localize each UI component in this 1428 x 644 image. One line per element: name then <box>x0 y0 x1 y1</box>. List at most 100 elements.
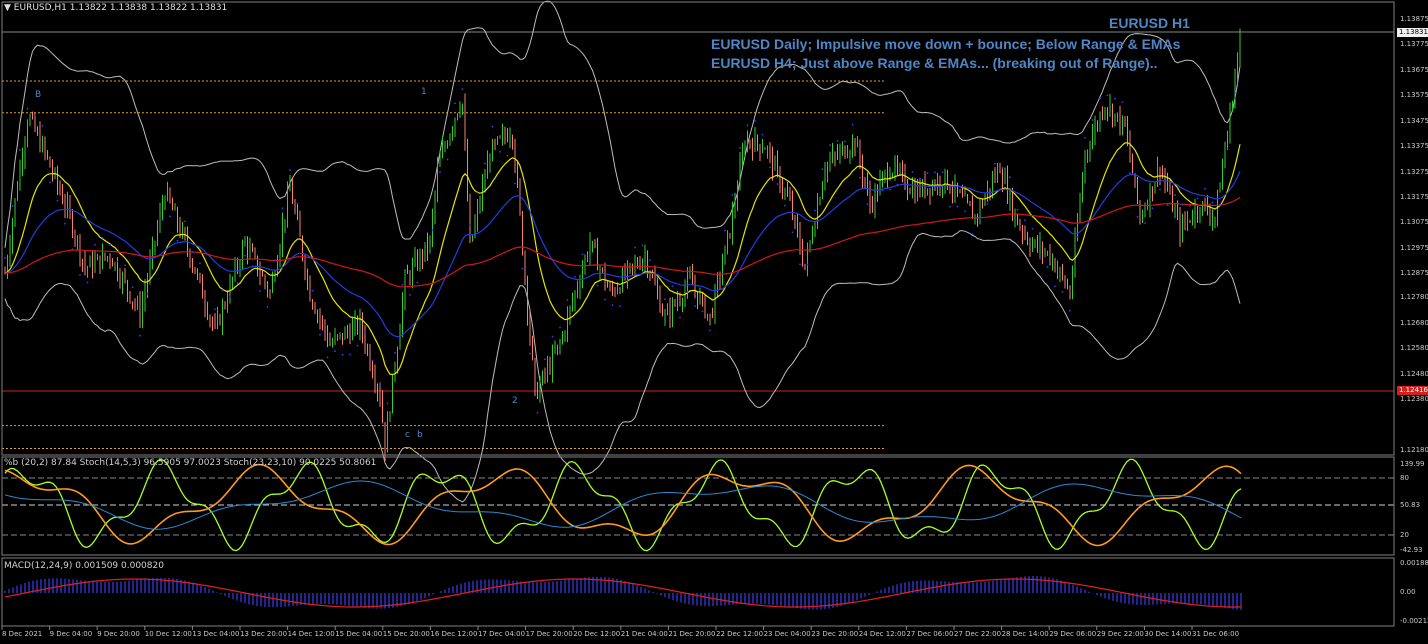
sar-dot <box>349 353 351 356</box>
sar-dot <box>296 202 299 205</box>
sar-dot <box>1031 227 1034 230</box>
time-axis-label: 21 Dec 04:00 <box>620 630 668 638</box>
sar-dot <box>634 246 636 249</box>
price-scale-label: 1.12480 <box>1400 369 1428 378</box>
sar-dot <box>746 124 749 127</box>
wave-label-b-upper: B <box>35 90 42 100</box>
sar-dot <box>859 176 861 179</box>
sar-dot <box>139 334 141 337</box>
sar-dot <box>1189 205 1191 207</box>
macd-histogram <box>4 575 1242 611</box>
time-axis-label: 15 Dec 20:00 <box>382 630 430 638</box>
chart-canvas[interactable] <box>0 0 1428 644</box>
sar-dot <box>664 298 666 301</box>
dropdown-arrow-icon[interactable]: ▼ <box>4 3 11 13</box>
price-scale-label: 1.13375 <box>1400 142 1428 151</box>
sar-dot <box>431 229 434 232</box>
sar-dot <box>476 191 479 193</box>
sar-dot <box>671 285 674 288</box>
sar-dot <box>1121 101 1124 104</box>
sar-dot <box>221 289 224 291</box>
sar-dot <box>881 189 884 192</box>
ohlc-values: 1.13822 1.13838 1.13822 1.13831 <box>69 3 228 13</box>
sar-dot <box>566 298 569 301</box>
sar-dot <box>334 350 336 352</box>
sar-dot <box>874 203 876 206</box>
sar-dot <box>491 125 494 128</box>
sar-dot <box>484 162 486 165</box>
sar-dot <box>184 220 186 223</box>
parabolic-sar <box>4 88 1236 414</box>
macd-signal-line <box>4 578 1242 608</box>
wave-label-1: 1 <box>421 87 427 97</box>
chart-frame <box>1 1 1395 630</box>
sar-dot <box>941 171 944 174</box>
sar-dot <box>716 292 719 295</box>
time-axis-label: 13 Dec 20:00 <box>240 630 288 638</box>
sar-dot <box>124 264 126 267</box>
time-axis-label: 29 Dec 22:00 <box>1096 630 1144 638</box>
price-scale-label: 1.13175 <box>1400 192 1428 201</box>
sar-dot <box>326 356 329 359</box>
sar-dot <box>866 203 869 206</box>
time-axis-label: 27 Dec 22:00 <box>954 630 1002 638</box>
sar-dot <box>281 207 284 210</box>
price-scale-label: 1.13075 <box>1400 218 1428 227</box>
sar-dot <box>1016 208 1019 211</box>
time-axis-label: 30 Dec 14:00 <box>1144 630 1192 638</box>
sar-dot <box>71 248 74 251</box>
sar-dot <box>34 114 36 116</box>
sar-dot <box>409 293 411 296</box>
sar-dot <box>364 331 366 334</box>
sar-dot <box>701 310 704 313</box>
stoch-scale-label: -42.93 <box>1400 546 1423 554</box>
sar-dot <box>199 262 201 265</box>
price-scale-label: 1.13275 <box>1400 167 1428 176</box>
time-axis-label: 13 Dec 04:00 <box>192 630 240 638</box>
sar-dot <box>814 209 816 212</box>
sar-dot <box>259 290 261 292</box>
sar-dot <box>889 188 891 191</box>
time-axis-label: 17 Dec 20:00 <box>525 630 573 638</box>
current-price-box: 1.13831 <box>1397 28 1428 37</box>
sar-dot <box>19 148 21 151</box>
sar-dot <box>1009 176 1011 179</box>
sar-dot <box>1001 166 1004 169</box>
stoch-scale-label: 139.99 <box>1400 460 1425 468</box>
sar-dot <box>1136 215 1139 218</box>
sar-dot <box>536 412 539 414</box>
sar-dot <box>551 335 554 338</box>
sar-dot <box>79 274 81 276</box>
sar-dot <box>41 124 44 127</box>
sar-dot <box>304 258 306 261</box>
sar-dot <box>469 224 471 226</box>
sar-dot <box>1069 309 1071 312</box>
sar-dot <box>1211 201 1214 204</box>
sar-dot <box>904 170 906 173</box>
sar-dot <box>424 256 426 259</box>
sar-dot <box>1181 203 1184 206</box>
sar-dot <box>394 351 396 354</box>
sar-dot <box>1084 136 1086 139</box>
sar-dot <box>461 88 464 91</box>
sar-dot <box>529 352 531 355</box>
sar-dot <box>244 254 246 257</box>
sar-dot <box>641 244 644 247</box>
sar-dot <box>251 265 254 268</box>
sar-dot <box>169 215 171 218</box>
wave-label-c: c <box>405 430 410 440</box>
macd-scale-label: 0.001886 <box>1400 559 1428 567</box>
range-lines <box>2 31 1394 449</box>
sar-dot <box>341 353 344 356</box>
pane-border <box>1 557 1395 627</box>
time-axis-label: 21 Dec 20:00 <box>668 630 716 638</box>
sar-dot <box>1024 219 1026 222</box>
sar-dot <box>236 282 239 284</box>
sar-dot <box>1151 207 1154 210</box>
sar-dot <box>926 172 929 174</box>
stoch-scale-label: 80 <box>1400 474 1409 482</box>
sar-dot <box>1129 172 1131 175</box>
price-scale-label: 1.13675 <box>1400 65 1428 74</box>
sar-dot <box>994 162 996 165</box>
sar-dot <box>266 306 269 308</box>
